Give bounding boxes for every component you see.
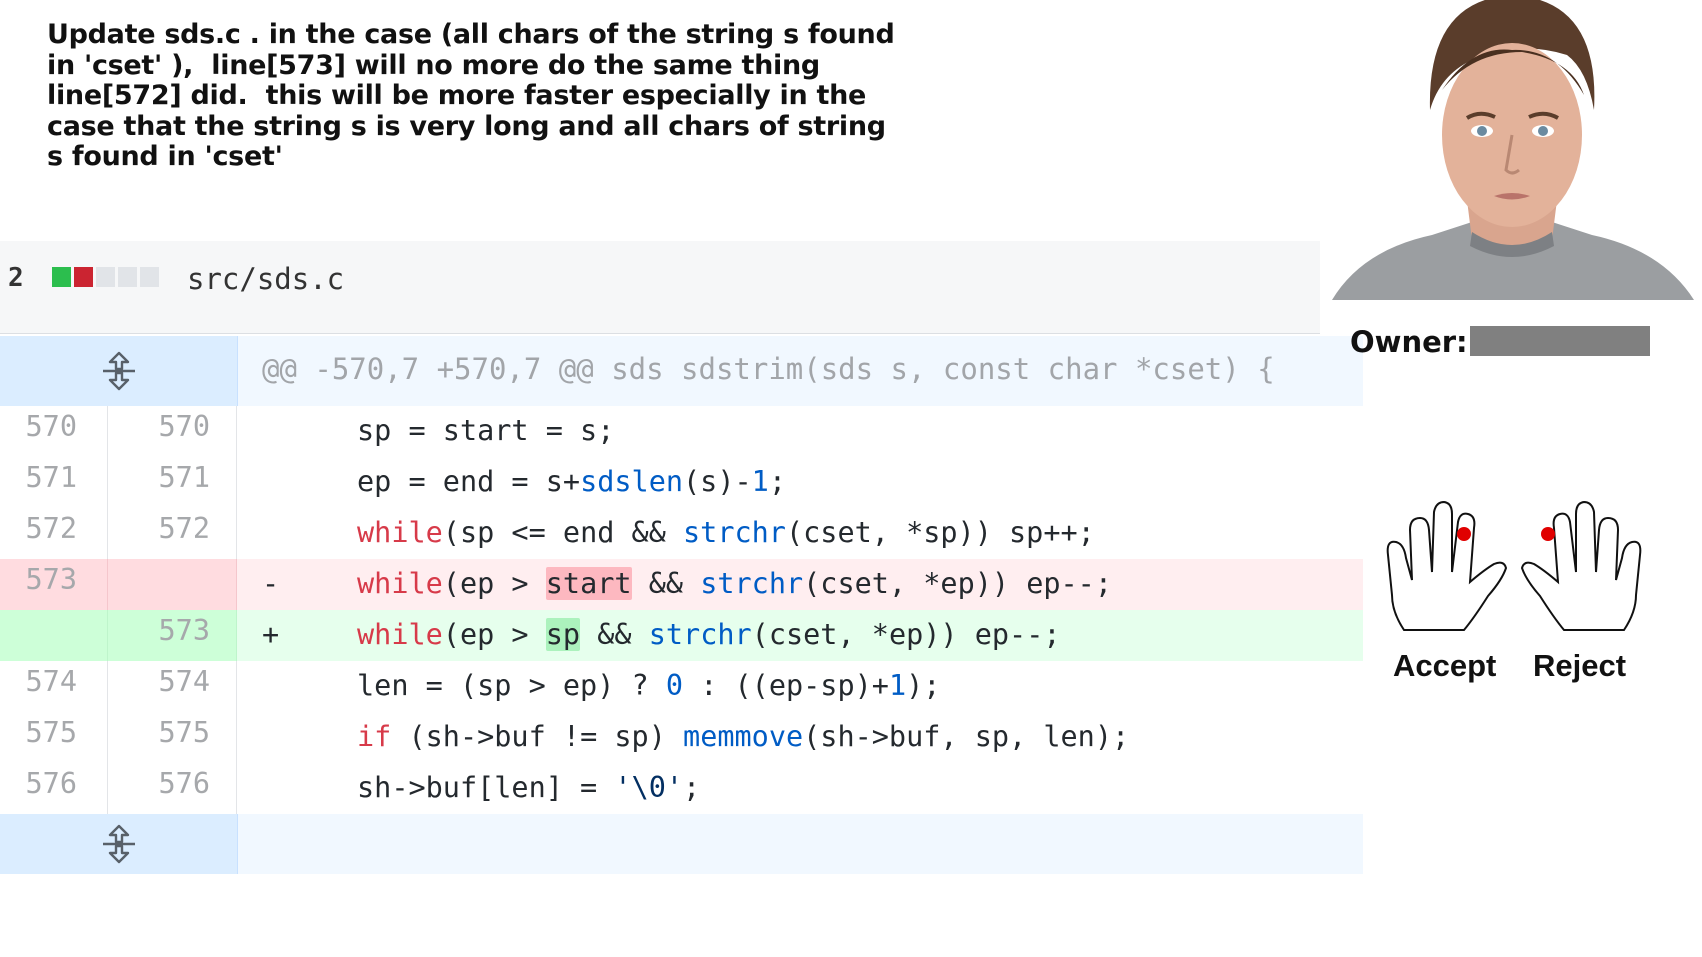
new-line-number[interactable]: 570: [108, 406, 237, 457]
hunk-footer-row: [0, 814, 1363, 874]
diffstat-neutral-block: [140, 267, 159, 287]
old-line-number[interactable]: 575: [0, 712, 108, 763]
expand-lines-button[interactable]: [0, 336, 238, 406]
new-line-number[interactable]: 576: [108, 763, 237, 814]
diff-line-deleted-573: 573 - while(ep > start && strchr(cset, *…: [0, 559, 1363, 610]
unfold-icon: [102, 351, 135, 391]
finger-dot-left: [1457, 527, 1471, 541]
new-line-number[interactable]: 573: [108, 610, 237, 661]
new-line-number[interactable]: 572: [108, 508, 237, 559]
diffstat-bar: [52, 267, 159, 287]
code-line: if (sh->buf != sp) memmove(sh->buf, sp, …: [357, 720, 1130, 753]
person-portrait-image: [1332, 0, 1694, 300]
diff-line-572: 572 572 while(sp <= end && strchr(cset, …: [0, 508, 1363, 559]
owner-photo: [1322, 0, 1702, 300]
expand-lines-button[interactable]: [0, 814, 238, 874]
code-line: ep = end = s+sdslen(s)-1;: [357, 465, 786, 498]
hunk-header-row: @@ -570,7 +570,7 @@ sds sdstrim(sds s, c…: [0, 336, 1363, 406]
diffstat-neutral-block: [118, 267, 137, 287]
code-line: len = (sp > ep) ? 0 : ((ep-sp)+1);: [357, 669, 941, 702]
new-line-number[interactable]: 574: [108, 661, 237, 712]
diff-line-570: 570 570 sp = start = s;: [0, 406, 1363, 457]
diff-line-574: 574 574 len = (sp > ep) ? 0 : ((ep-sp)+1…: [0, 661, 1363, 712]
new-line-number[interactable]: [108, 559, 237, 610]
new-line-number[interactable]: 571: [108, 457, 237, 508]
diffstat-neutral-block: [96, 267, 115, 287]
file-path[interactable]: src/sds.c: [187, 262, 344, 296]
old-line-number[interactable]: 573: [0, 559, 108, 610]
code-line: while(sp <= end && strchr(cset, *sp)) sp…: [357, 516, 1095, 549]
accept-button[interactable]: Accept: [1393, 648, 1496, 684]
diff-line-added-573: 573 + while(ep > sp && strchr(cset, *ep)…: [0, 610, 1363, 661]
diffstat-added-block: [52, 267, 71, 287]
code-line: while(ep > start && strchr(cset, *ep)) e…: [357, 567, 1112, 600]
description-text: Update sds.c . in the case (all chars of…: [47, 19, 895, 172]
code-line: while(ep > sp && strchr(cset, *ep)) ep--…: [357, 618, 1061, 651]
deletion-marker: -: [262, 567, 280, 600]
code-line: sp = start = s;: [357, 414, 615, 447]
old-line-number[interactable]: [0, 610, 108, 661]
unfold-icon: [102, 824, 135, 864]
diff-table: @@ -570,7 +570,7 @@ sds sdstrim(sds s, c…: [0, 336, 1363, 874]
diffstat-deleted-block: [74, 267, 93, 287]
old-line-number[interactable]: 572: [0, 508, 108, 559]
old-line-number[interactable]: 576: [0, 763, 108, 814]
old-line-number[interactable]: 570: [0, 406, 108, 457]
diff-line-576: 576 576 sh->buf[len] = '\0';: [0, 763, 1363, 814]
finger-dot-right: [1541, 527, 1555, 541]
file-change-count: 2: [8, 263, 24, 293]
old-line-number[interactable]: 574: [0, 661, 108, 712]
owner-redacted-name: [1470, 326, 1650, 356]
right-hand-icon: [1520, 500, 1642, 631]
code-line: sh->buf[len] = '\0';: [357, 771, 701, 804]
hand-gesture-icons: [1386, 500, 1642, 631]
reject-button[interactable]: Reject: [1533, 648, 1626, 684]
diff-line-571: 571 571 ep = end = s+sdslen(s)-1;: [0, 457, 1363, 508]
old-line-number[interactable]: 571: [0, 457, 108, 508]
owner-label: Owner:: [1350, 325, 1468, 359]
new-line-number[interactable]: 575: [108, 712, 237, 763]
left-hand-icon: [1386, 500, 1508, 631]
diff-line-575: 575 575 if (sh->buf != sp) memmove(sh->b…: [0, 712, 1363, 763]
addition-marker: +: [262, 618, 280, 651]
hunk-header-text: @@ -570,7 +570,7 @@ sds sdstrim(sds s, c…: [262, 352, 1275, 386]
